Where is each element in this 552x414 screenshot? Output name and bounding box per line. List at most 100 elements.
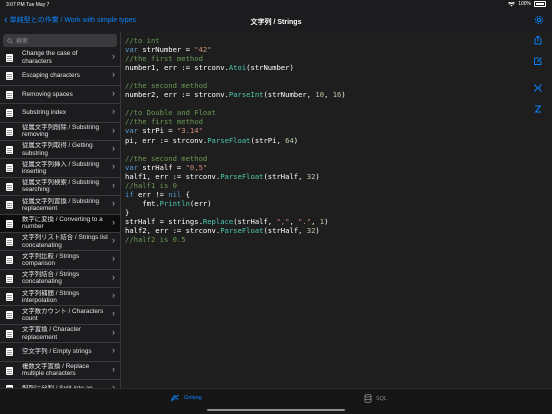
sidebar-item-label: Removing spaces (22, 90, 73, 98)
home-indicator (207, 409, 345, 411)
sidebar: 検索 Change the case of characters › Escapin… (0, 32, 121, 388)
code-line: var strHalf = "0,5" (125, 163, 346, 172)
sidebar-item-label: 文字列比較 / Strings comparison (22, 252, 80, 267)
code-token: , (311, 216, 320, 226)
sidebar-item[interactable]: Removing spaces › (0, 86, 120, 105)
code-token: strPi = (142, 126, 177, 136)
document-icon (6, 164, 13, 173)
code-token: fmt. (125, 198, 160, 208)
code-token: Atoi (228, 63, 247, 73)
sidebar-item-label: 複数文字置換 / Replace multiple characters (22, 363, 90, 378)
chevron-right-icon: › (112, 198, 115, 209)
edit-icon[interactable] (533, 56, 543, 66)
tab-sql[interactable]: SQL (364, 394, 387, 403)
sidebar-item[interactable]: 従属文字列削除 / Substring removing › (0, 123, 120, 141)
code-token: (strHalf, (263, 225, 307, 235)
code-token: //half2 is 0.5 (125, 235, 186, 245)
code-token: ) (324, 216, 329, 226)
sidebar-item[interactable]: 従属文字列取得 / Getting substring › (0, 141, 120, 160)
code-token: (strNumber) (246, 63, 294, 73)
code-token: ) (341, 90, 346, 100)
code-token: number1, err := strconv. (125, 63, 229, 73)
sidebar-item[interactable]: 従属文字列検索 / Substring searching › (0, 178, 120, 197)
sidebar-item-label: 従属文字列挿入 / Substring inserting (22, 160, 100, 176)
sidebar-item[interactable]: 文字列リスト結合 / Strings list concatenating › (0, 233, 120, 252)
code-line: //the second method (125, 154, 346, 163)
chevron-right-icon: › (112, 124, 115, 135)
chevron-right-icon: › (112, 345, 115, 356)
document-icon (6, 54, 13, 62)
code-token: "." (298, 216, 312, 226)
sidebar-item[interactable]: 文字列比較 / Strings comparison › (0, 251, 120, 270)
chevron-right-icon: › (112, 308, 115, 319)
sidebar-item[interactable]: Substring index › (0, 104, 120, 123)
sidebar-item[interactable]: 文字数カウント / Characters count › (0, 306, 120, 325)
code-token: number2, err := strconv. (125, 90, 229, 100)
code-token: 64 (285, 135, 294, 145)
sidebar-item-label: 従属文字列検索 / Substring searching (22, 179, 100, 194)
sidebar-item-label: Escaping characters (22, 72, 80, 80)
code-editor[interactable]: //to int var strNumber = "42"//the first … (121, 32, 521, 388)
code-line: fmt.Println(err) (125, 199, 346, 208)
gear-icon[interactable] (533, 14, 545, 26)
sidebar-item[interactable]: 文字列結合 / Strings concatenating › (0, 270, 120, 289)
wifi-icon (508, 1, 516, 6)
sort-icon[interactable] (533, 104, 543, 114)
sidebar-item[interactable]: 文字列補間 / Strings interpolation › (0, 288, 120, 307)
document-icon (6, 182, 13, 191)
code-line: half1, err := strconv.ParseFloat(strHalf… (125, 172, 346, 181)
chevron-right-icon: › (112, 179, 115, 190)
document-icon (6, 366, 13, 375)
chevron-right-icon: › (112, 142, 115, 153)
chevron-right-icon: › (112, 234, 115, 245)
code-line: //the second method (125, 81, 346, 90)
code-token: (strHalf, (263, 171, 307, 181)
code-line: if err != nil { (125, 190, 346, 199)
code-token: //half1 is 0 (125, 180, 177, 190)
code-token: (strPi, (250, 135, 286, 145)
sidebar-item[interactable]: 従属文字列置換 / Substring replacement › (0, 196, 120, 215)
document-icon (6, 274, 13, 283)
document-icon (6, 219, 13, 228)
sidebar-item-label: Change the case of characters (22, 50, 78, 65)
tab-golang-label: Golang (184, 395, 202, 401)
chevron-right-icon: › (112, 51, 115, 61)
tab-golang[interactable]: Golang (170, 394, 202, 402)
chevron-right-icon: › (112, 161, 115, 172)
sidebar-item-label: 文字数カウント / Characters count (22, 307, 104, 323)
sidebar-item[interactable]: 配列に分割 / Split into an› (0, 380, 120, 388)
editor-toolbar (521, 32, 552, 388)
sidebar-item[interactable]: Escaping characters › (0, 67, 120, 86)
collapse-icon[interactable] (533, 83, 543, 93)
share-icon[interactable] (533, 35, 543, 45)
sidebar-item-label: 従属文字列削除 / Substring removing (22, 124, 100, 139)
code-token: //the second method (125, 153, 208, 163)
sidebar-item[interactable]: 従属文字列挿入 / Substring inserting › (0, 159, 120, 178)
sidebar-item[interactable]: 数字に変換 / Converting to a number › (0, 214, 120, 233)
code-token: half2, err := strconv. (125, 225, 221, 235)
code-line: var strNumber = "42" (125, 45, 346, 54)
sidebar-item[interactable]: 複数文字置換 / Replace multiple characters › (0, 362, 120, 381)
code-line: //the first method (125, 54, 346, 63)
code-token: //the second method (125, 81, 208, 91)
code-line: half2, err := strconv.ParseFloat(strHalf… (125, 226, 346, 235)
code-token: ) (293, 135, 299, 145)
sidebar-item-label: 文字列リスト結合 / Strings list concatenating (22, 234, 108, 249)
code-text[interactable]: //to int var strNumber = "42"//the first … (125, 36, 346, 244)
sidebar-item[interactable]: 文字置換 / Character replacement › (0, 325, 120, 344)
code-token: (strHalf, (233, 216, 277, 226)
code-token: //the first method (125, 54, 203, 64)
code-token: nil (168, 189, 182, 199)
chevron-right-icon: › (112, 253, 115, 264)
code-token: half1, err := strconv. (125, 171, 221, 181)
code-token: strHalf = (142, 162, 186, 172)
status-bar: 3:07 PM Tue May 7 100% (0, 0, 552, 10)
code-line: number2, err := strconv.ParseInt(strNumb… (125, 90, 346, 99)
search-field[interactable]: 検索 (3, 34, 117, 47)
code-line: //to Double and Float (125, 108, 346, 117)
code-token: if (125, 189, 138, 199)
sidebar-item-label: 従属文字列取得 / Getting substring (22, 142, 93, 157)
sidebar-item[interactable]: Change the case of characters › (0, 49, 120, 68)
sidebar-item[interactable]: 空文字列 / Empty strings › (0, 343, 120, 362)
status-date: Tue May 7 (25, 2, 50, 8)
